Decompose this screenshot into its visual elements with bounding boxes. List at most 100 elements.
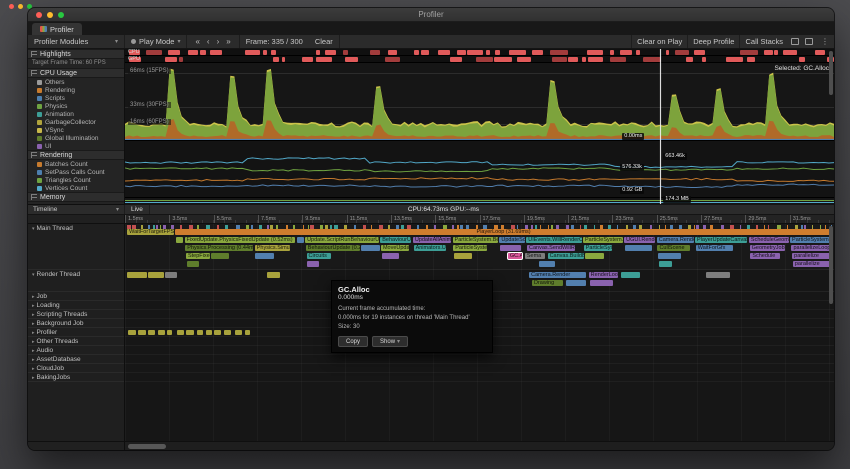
legend-item-setpass-calls-count[interactable]: SetPass Calls Count: [28, 168, 124, 176]
timeline-block-schedule[interactable]: Schedule: [750, 253, 780, 259]
disclosure-triangle-icon[interactable]: ▾: [32, 226, 35, 232]
highlight-segment[interactable]: [815, 50, 825, 55]
highlight-segment[interactable]: [245, 50, 260, 55]
highlight-segment[interactable]: [686, 57, 692, 62]
highlight-segment[interactable]: [316, 50, 319, 55]
timeline-block-moveupdate[interactable]: MoveUpdate: [381, 245, 409, 251]
deep-profile-toggle[interactable]: Deep Profile: [687, 35, 739, 48]
scrollbar-thumb[interactable]: [128, 444, 166, 449]
legend-item-rendering[interactable]: Rendering: [28, 86, 124, 94]
highlight-segment[interactable]: [494, 57, 511, 62]
disclosure-triangle-icon[interactable]: ▸: [32, 339, 35, 345]
modules-vertical-scrollbar[interactable]: [829, 51, 833, 95]
thread-row-profiler[interactable]: ▸Profiler: [28, 328, 124, 337]
highlight-segment[interactable]: [165, 57, 177, 62]
highlight-segment[interactable]: [799, 57, 805, 62]
timeline-block[interactable]: [158, 330, 165, 335]
timeline-block[interactable]: [500, 245, 521, 251]
legend-item-physics[interactable]: Physics: [28, 102, 124, 110]
timeline-block[interactable]: [566, 280, 586, 286]
highlight-segment[interactable]: [643, 57, 661, 62]
highlight-segment[interactable]: [263, 50, 267, 55]
thread-row-scripting-threads[interactable]: ▸Scripting Threads: [28, 310, 124, 319]
module-cpu-usage[interactable]: CPU Usage: [28, 68, 124, 78]
show-dropdown-button[interactable]: Show ▾: [372, 336, 408, 347]
timeline-block[interactable]: [167, 330, 173, 335]
timeline-block-circuits[interactable]: Circuits: [307, 253, 331, 259]
close-button[interactable]: [36, 12, 42, 18]
detach-window-icon[interactable]: [791, 38, 799, 45]
timeline-block[interactable]: [454, 253, 472, 259]
disclosure-triangle-icon[interactable]: ▸: [32, 357, 35, 363]
timeline-block-playerloop[interactable]: PlayerLoop (31.69ms): [175, 229, 832, 235]
timeline-block[interactable]: [165, 272, 176, 278]
timeline-block[interactable]: [206, 330, 212, 335]
timeline-block[interactable]: [224, 330, 231, 335]
highlight-segment[interactable]: [388, 50, 397, 55]
timeline-block-particlesystem.sync[interactable]: ParticleSystem.Sync: [584, 245, 612, 251]
legend-item-triangles-count[interactable]: Triangles Count: [28, 176, 124, 184]
timeline-block-playerupdatecanvases[interactable]: PlayerUpdateCanvases (0.21ms): [695, 237, 747, 243]
highlight-segment[interactable]: [325, 50, 336, 55]
timeline-block-geometryjobs[interactable]: GeometryJobs: [750, 245, 785, 251]
thread-row-other-threads[interactable]: ▸Other Threads: [28, 337, 124, 346]
copy-button[interactable]: Copy: [338, 336, 368, 347]
highlight-segment[interactable]: [666, 50, 669, 55]
timeline-block[interactable]: [128, 330, 136, 335]
timeline-block-particlesystemendupdate[interactable]: ParticleSystemEndUpdate: [790, 237, 833, 243]
highlight-segment[interactable]: [620, 50, 632, 55]
timeline-block[interactable]: [235, 330, 242, 335]
highlight-segment[interactable]: [740, 50, 758, 55]
timeline-ruler[interactable]: 1.5ms3.5ms5.5ms7.5ms9.5ms11.5ms13.5ms15.…: [28, 215, 834, 224]
first-frame-button[interactable]: «: [193, 35, 201, 48]
legend-item-batches-count[interactable]: Batches Count: [28, 160, 124, 168]
clear-button[interactable]: Clear: [309, 35, 340, 48]
highlight-segment[interactable]: [702, 57, 706, 62]
disclosure-triangle-icon[interactable]: ▸: [32, 312, 35, 318]
legend-item-vertices-count[interactable]: Vertices Count: [28, 184, 124, 192]
thread-row-render-thread[interactable]: ▾Render Thread: [28, 270, 124, 292]
highlight-segment[interactable]: [486, 50, 490, 55]
timeline-block-renderloop[interactable]: RenderLoop: [589, 272, 619, 278]
minimize-button[interactable]: [47, 12, 53, 18]
legend-item-garbagecollector[interactable]: GarbageCollector: [28, 118, 124, 126]
timeline-block-particlesystem.update[interactable]: ParticleSystem.Update (0.2ms): [453, 245, 487, 251]
highlight-segment[interactable]: [582, 57, 586, 62]
timeline-block[interactable]: [255, 253, 273, 259]
highlight-segment[interactable]: [450, 57, 462, 62]
timeline-block-cullscene[interactable]: CullScene: [657, 245, 690, 251]
module-highlights[interactable]: Highlights: [28, 49, 124, 59]
last-frame-button[interactable]: »: [224, 35, 232, 48]
timeline-block-physics.processing[interactable]: Physics.Processing (0.44ms): [185, 245, 253, 251]
highlight-segment[interactable]: [726, 57, 743, 62]
timeline-block-parallelize[interactable]: parallelize: [792, 253, 832, 259]
timeline-block[interactable]: [659, 261, 672, 267]
timeline-block-particlesystem.beginupdateall[interactable]: ParticleSystem.BeginUpdateAll (0.21ms): [453, 237, 498, 243]
timeline-block[interactable]: [214, 330, 221, 335]
timeline-block[interactable]: [590, 280, 613, 286]
highlight-segment[interactable]: [610, 57, 626, 62]
highlight-segment[interactable]: [495, 50, 500, 55]
highlight-segment[interactable]: [273, 57, 279, 62]
thread-row-loading[interactable]: ▸Loading: [28, 301, 124, 310]
highlight-segment[interactable]: [509, 50, 526, 55]
timeline-block-uievents.willrendercanvases[interactable]: UIEvents.WillRenderCanvases (0.22ms): [526, 237, 581, 243]
timeline-block-waitforgfx[interactable]: WaitForGfx: [696, 245, 733, 251]
timeline-block[interactable]: [245, 330, 251, 335]
highlight-segment[interactable]: [271, 50, 276, 55]
help-icon[interactable]: [805, 38, 813, 45]
timeline-vertical-scrollbar[interactable]: [829, 226, 833, 304]
disclosure-triangle-icon[interactable]: ▸: [32, 330, 35, 336]
legend-item-vsync[interactable]: VSync: [28, 126, 124, 134]
live-toggle[interactable]: Live: [125, 205, 150, 214]
highlight-segment[interactable]: [210, 50, 222, 55]
timeline-block-parallelizeloop[interactable]: parallelizeLoop: [791, 245, 832, 251]
disclosure-triangle-icon[interactable]: ▸: [32, 366, 35, 372]
timeline-block[interactable]: [187, 261, 200, 267]
timeline-block-ugui.rendering.updatebatches[interactable]: UGUI.Rendering.UpdateBatches (0.2ms): [624, 237, 655, 243]
highlight-segment[interactable]: [476, 57, 493, 62]
disclosure-triangle-icon[interactable]: ▸: [32, 375, 35, 381]
timeline-block[interactable]: [211, 253, 228, 259]
disclosure-triangle-icon[interactable]: ▾: [32, 272, 35, 278]
timeline-block-parallelize[interactable]: parallelize: [793, 261, 831, 267]
